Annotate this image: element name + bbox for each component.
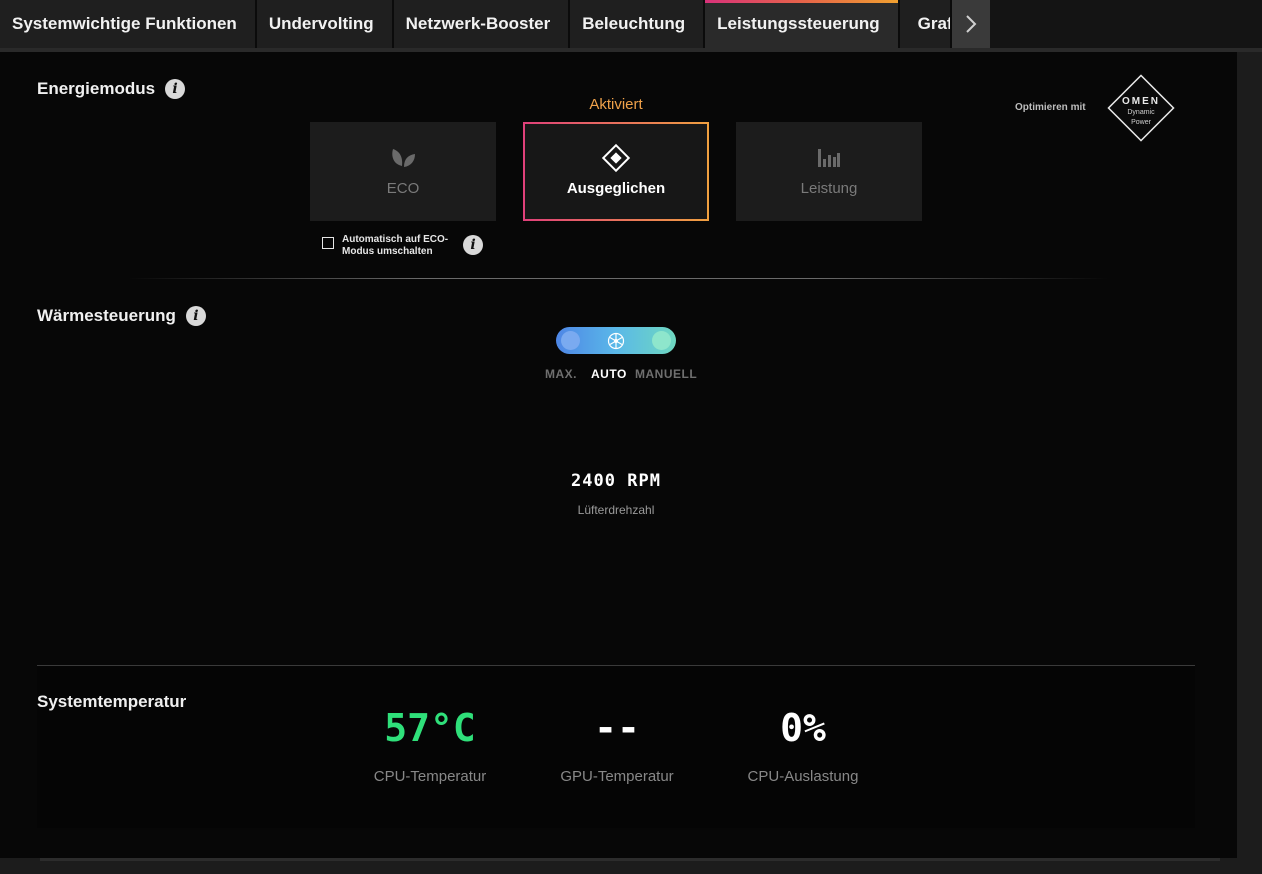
leaf-icon xyxy=(389,146,417,170)
energy-mode-title: Energiemodus xyxy=(37,79,156,98)
activated-label: Aktiviert xyxy=(589,96,643,113)
thermal-manual-knob[interactable] xyxy=(652,331,671,350)
tab-netzwerk-booster[interactable]: Netzwerk-Booster xyxy=(393,0,571,48)
tab-systemwichtige-funktionen[interactable]: Systemwichtige Funktionen xyxy=(0,0,257,48)
fan-speed-value: 2400 RPM xyxy=(571,471,661,491)
thermal-title: Wärmesteuerung xyxy=(37,306,176,325)
info-icon: i xyxy=(463,235,483,255)
info-icon[interactable]: i xyxy=(165,79,186,99)
cpu-load-label: CPU-Auslastung xyxy=(747,768,859,785)
omen-dynamic-power-logo[interactable]: OMEN Dynamic Power xyxy=(1101,68,1181,148)
scrollbar[interactable] xyxy=(1237,52,1262,858)
tab-beleuchtung[interactable]: Beleuchtung xyxy=(570,0,706,48)
omen-power-text: Power xyxy=(1131,119,1151,126)
section-divider xyxy=(128,278,1108,279)
omen-brand-text: OMEN xyxy=(1122,96,1160,107)
fan-speed-label: Lüfterdrehzahl xyxy=(577,503,655,517)
auto-eco-checkbox[interactable] xyxy=(322,237,334,249)
mode-eco-label: ECO xyxy=(386,180,420,197)
bar-chart-icon xyxy=(816,146,842,170)
gpu-temperature-label: GPU-Temperatur xyxy=(560,768,674,785)
info-icon[interactable]: i xyxy=(185,306,206,326)
gpu-temperature-value: -- xyxy=(594,706,640,750)
thermal-auto-knob[interactable] xyxy=(606,331,625,350)
section-divider xyxy=(37,665,1195,666)
mode-performance-button[interactable]: Leistung xyxy=(736,122,922,221)
thermal-section: Wärmesteuerung i xyxy=(37,306,206,326)
horizontal-scrollbar[interactable] xyxy=(0,858,1262,874)
auto-eco-checkbox-row[interactable]: Automatisch auf ECO-Modus umschalten xyxy=(322,234,460,258)
optimize-label: Optimieren mit xyxy=(1015,102,1086,113)
fan-icon xyxy=(607,332,624,349)
thermal-option-max[interactable]: MAX. xyxy=(545,367,577,381)
tab-scroll-right-button[interactable] xyxy=(951,0,990,48)
auto-eco-label: Automatisch auf ECO-Modus umschalten xyxy=(342,234,449,257)
tab-grafik[interactable]: Grafi xyxy=(899,0,952,48)
chevron-right-icon xyxy=(965,15,977,33)
mode-balanced-button[interactable]: Ausgeglichen xyxy=(523,122,709,221)
cpu-load-value: 0% xyxy=(780,706,826,750)
system-temp-title: Systemtemperatur xyxy=(37,692,187,711)
tab-undervolting[interactable]: Undervolting xyxy=(256,0,394,48)
thermal-mode-toggle[interactable] xyxy=(556,327,676,354)
energy-mode-section: Energiemodus i xyxy=(37,79,186,99)
mode-eco-button[interactable]: ECO xyxy=(310,122,496,221)
cpu-temperature-label: CPU-Temperatur xyxy=(373,768,487,785)
mode-balanced-label: Ausgeglichen xyxy=(566,180,666,197)
diamond-icon xyxy=(601,143,631,173)
tab-leistungssteuerung[interactable]: Leistungssteuerung xyxy=(705,0,900,48)
tab-bar: Systemwichtige Funktionen Undervolting N… xyxy=(0,0,1262,48)
thermal-max-knob[interactable] xyxy=(561,331,580,350)
thermal-option-auto[interactable]: AUTO xyxy=(591,367,627,381)
mode-performance-label: Leistung xyxy=(800,180,858,197)
cpu-temperature-value: 57°C xyxy=(384,706,476,750)
thermal-option-manual[interactable]: MANUELL xyxy=(635,367,697,381)
omen-dynamic-text: Dynamic xyxy=(1127,109,1155,116)
auto-eco-info-button[interactable]: i xyxy=(463,235,483,255)
